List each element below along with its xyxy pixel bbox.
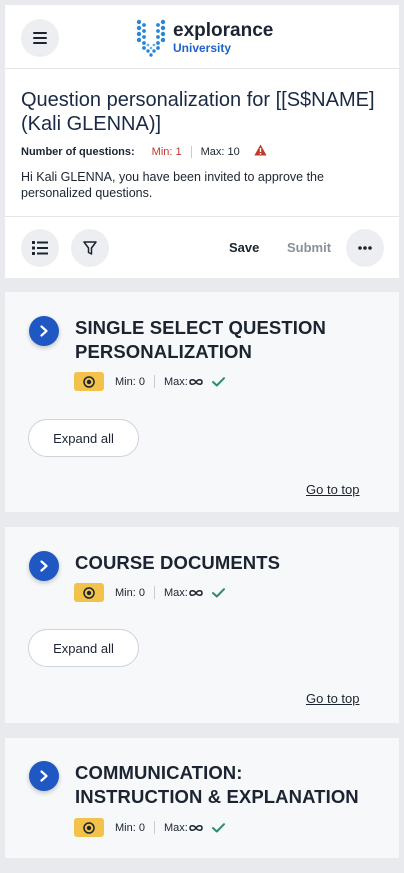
- filter-icon: [83, 240, 97, 255]
- section-meta: Min: 0 Max:: [74, 372, 225, 391]
- logo-word-university: University: [173, 41, 232, 55]
- infinity-icon: [189, 589, 203, 596]
- section-toggle-button[interactable]: [29, 316, 59, 346]
- page-title: Question personalization for [[S$NAME] (…: [21, 89, 375, 135]
- more-icon: [358, 246, 372, 250]
- hamburger-icon: [33, 32, 47, 44]
- expand-all-button[interactable]: Expand all: [28, 419, 139, 457]
- intro-text: Hi Kali GLENNA, you have been invited to…: [21, 170, 324, 200]
- submit-button[interactable]: Submit: [287, 240, 331, 255]
- logo-word-explorance: explorance: [173, 20, 274, 41]
- section-card: SINGLE SELECT QUESTION PERSONALIZATION M…: [5, 292, 399, 512]
- meta-divider: [190, 145, 192, 158]
- num-questions-label: Number of questions:: [21, 145, 135, 158]
- section-min: Min: 0: [115, 375, 145, 388]
- question-type-badge: [74, 583, 104, 602]
- outline-button[interactable]: [21, 229, 59, 267]
- max-count: Max: 10: [200, 145, 240, 158]
- section-max: Max:: [163, 586, 188, 599]
- section-meta: Min: 0 Max:: [74, 818, 225, 837]
- question-type-badge: [74, 818, 104, 837]
- more-options-button[interactable]: [346, 229, 384, 267]
- go-to-top-link[interactable]: Go to top: [306, 482, 359, 497]
- section-card: COMMUNICATION: INSTRUCTION & EXPLANATION…: [5, 738, 399, 858]
- chevron-right-icon: [40, 325, 48, 337]
- explorance-logo[interactable]: explorance University: [133, 18, 273, 58]
- section-card: COURSE DOCUMENTS Min: 0 Max: Expand all …: [5, 527, 399, 723]
- infinity-icon: [189, 378, 203, 385]
- app-frame: explorance University Question personali…: [0, 0, 404, 873]
- menu-button[interactable]: [21, 19, 59, 57]
- section-toggle-button[interactable]: [29, 551, 59, 581]
- check-icon: [211, 822, 225, 832]
- meta-divider: [153, 586, 155, 599]
- check-icon: [211, 587, 225, 597]
- question-count-meta: Number of questions: Min: 1 Max: 10: [21, 144, 267, 159]
- section-max: Max:: [163, 375, 188, 388]
- section-min: Min: 0: [115, 821, 145, 834]
- target-icon: [83, 586, 95, 599]
- check-icon: [211, 376, 225, 386]
- section-title: COMMUNICATION: INSTRUCTION & EXPLANATION: [75, 762, 359, 807]
- warning-icon: [254, 144, 267, 159]
- action-toolbar: Save Submit: [5, 216, 399, 278]
- infinity-icon: [189, 824, 203, 831]
- chevron-right-icon: [40, 770, 48, 782]
- section-min: Min: 0: [115, 586, 145, 599]
- meta-divider: [153, 821, 155, 834]
- question-type-badge: [74, 372, 104, 391]
- top-bar: explorance University: [5, 5, 399, 69]
- section-title: SINGLE SELECT QUESTION PERSONALIZATION: [75, 317, 326, 362]
- target-icon: [83, 375, 95, 388]
- target-icon: [83, 821, 95, 834]
- chevron-right-icon: [40, 560, 48, 572]
- logo-mark-icon: [136, 19, 166, 57]
- save-button[interactable]: Save: [229, 240, 259, 255]
- go-to-top-link[interactable]: Go to top: [306, 691, 359, 706]
- section-toggle-button[interactable]: [29, 761, 59, 791]
- section-max: Max:: [163, 821, 188, 834]
- section-meta: Min: 0 Max:: [74, 583, 225, 602]
- header-card: Question personalization for [[S$NAME] (…: [5, 69, 399, 216]
- filter-button[interactable]: [71, 229, 109, 267]
- min-count: Min: 1: [151, 145, 182, 158]
- expand-all-button[interactable]: Expand all: [28, 629, 139, 667]
- list-icon: [32, 241, 48, 255]
- section-title: COURSE DOCUMENTS: [75, 552, 281, 573]
- meta-divider: [153, 375, 155, 388]
